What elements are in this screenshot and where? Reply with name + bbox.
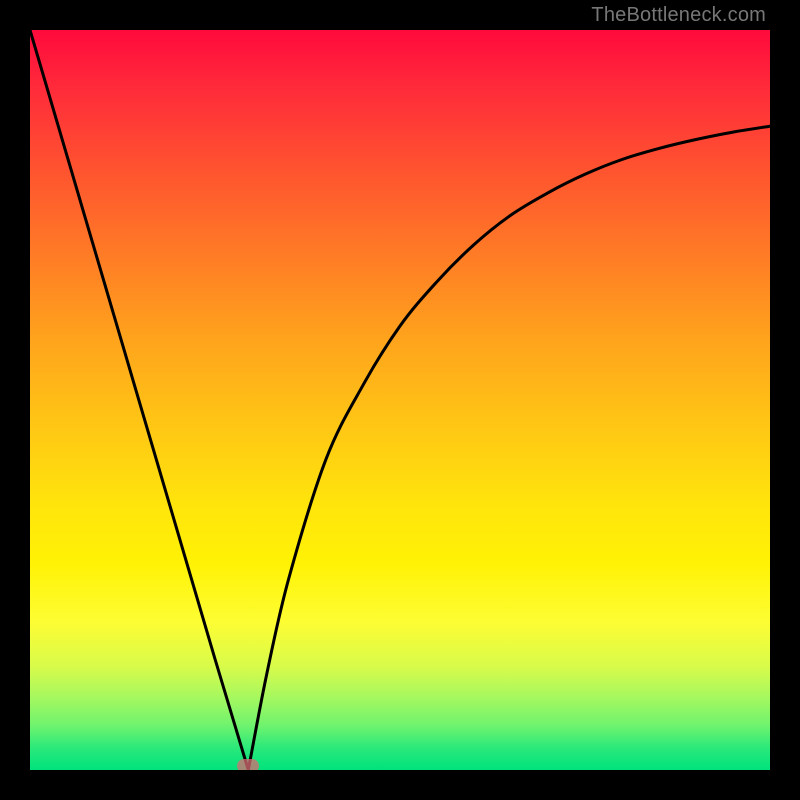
curve-path <box>30 30 770 770</box>
minimum-marker <box>237 759 259 770</box>
watermark-text: TheBottleneck.com <box>591 4 766 27</box>
curve-svg <box>30 30 770 770</box>
chart-area <box>30 30 770 770</box>
